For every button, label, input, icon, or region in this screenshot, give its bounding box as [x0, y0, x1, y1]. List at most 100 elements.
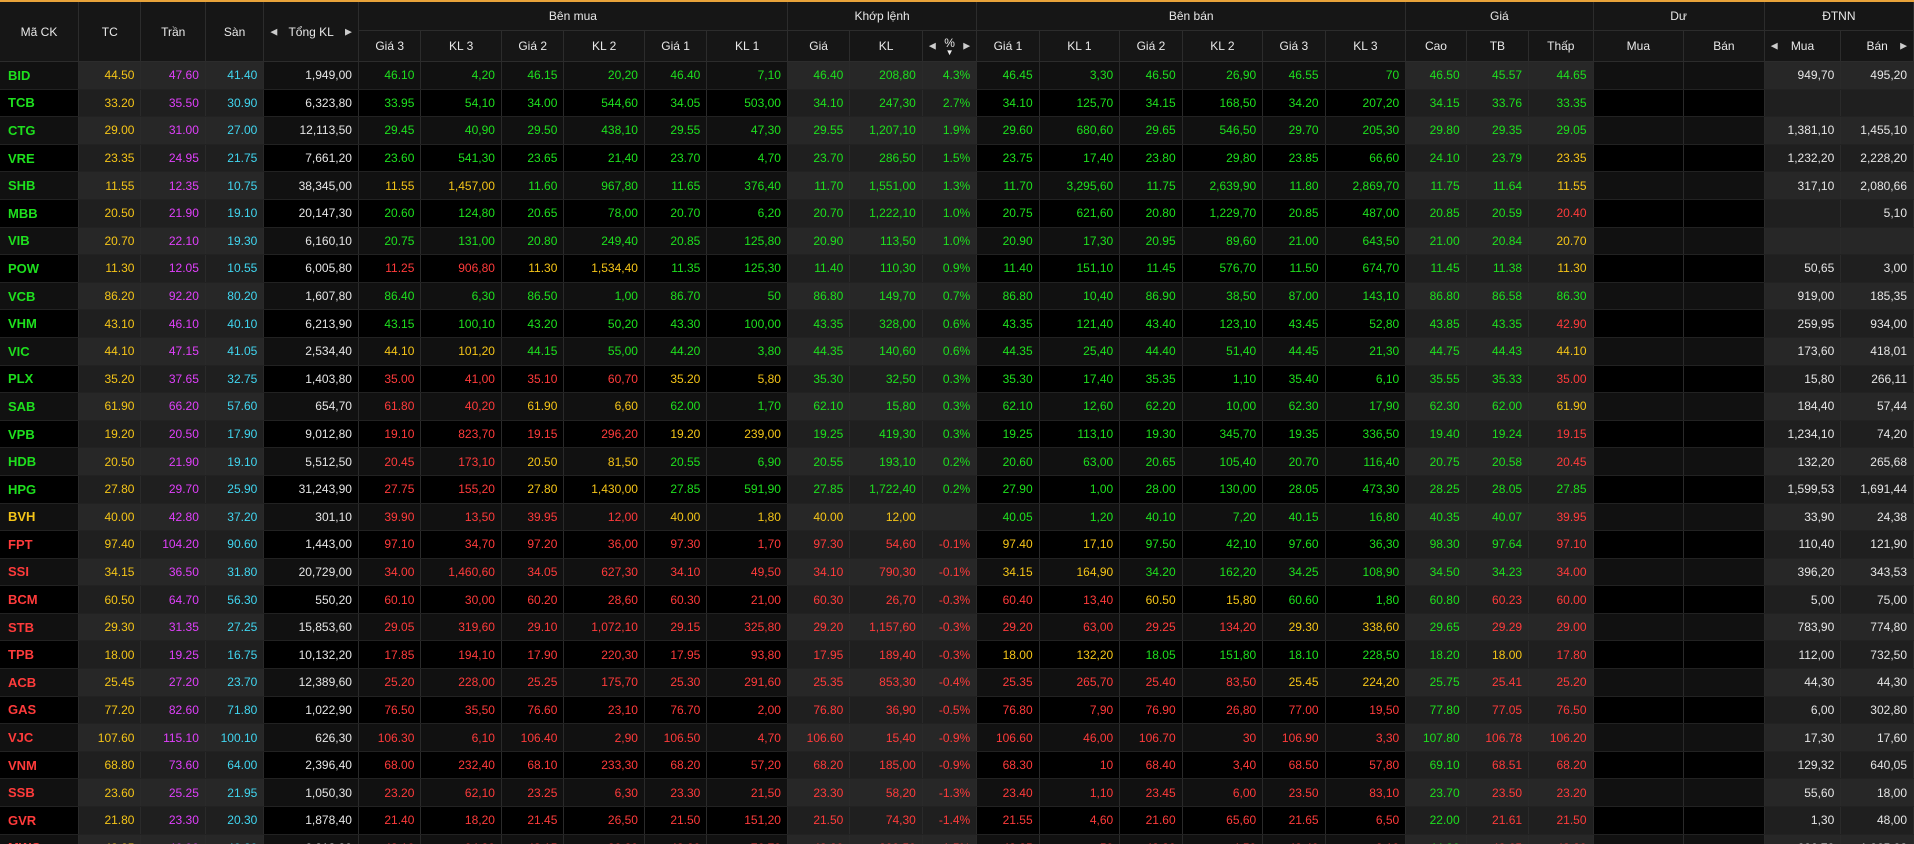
buy-price-3-cell[interactable]: 11.25 — [358, 254, 422, 283]
sell-price-2-cell[interactable]: 97.50 — [1119, 530, 1183, 559]
buy-volume-2-cell[interactable]: 438,10 — [563, 116, 645, 145]
sell-price-1-cell[interactable]: 20.60 — [976, 447, 1040, 476]
buy-price-1-header[interactable]: Giá 1 — [644, 30, 708, 62]
sell-volume-2-cell[interactable]: 65,60 — [1182, 806, 1264, 835]
sell-volume-2-cell[interactable]: 30 — [1182, 723, 1264, 752]
sell-volume-1-cell[interactable]: 121,40 — [1039, 309, 1121, 338]
buy-price-1-cell[interactable]: 27.85 — [644, 475, 708, 504]
sell-price-1-cell[interactable]: 23.40 — [976, 778, 1040, 808]
sell-price-2-cell[interactable]: 18.05 — [1119, 640, 1183, 670]
sell-volume-2-cell[interactable]: 345,70 — [1182, 420, 1264, 449]
sell-volume-2-cell[interactable]: 38,50 — [1182, 282, 1264, 311]
buy-price-1-cell[interactable]: 21.50 — [644, 806, 708, 835]
buy-volume-3-cell[interactable]: 4,20 — [420, 61, 502, 90]
symbol-cell[interactable]: POW — [0, 254, 80, 283]
buy-volume-1-cell[interactable]: 125,80 — [706, 227, 788, 256]
buy-price-2-cell[interactable]: 20.50 — [501, 447, 565, 476]
sell-price-3-cell[interactable]: 62.30 — [1262, 392, 1326, 421]
buy-price-3-cell[interactable]: 76.50 — [358, 696, 422, 725]
buy-volume-2-cell[interactable]: 23,10 — [563, 696, 645, 725]
sell-volume-3-cell[interactable]: 674,70 — [1325, 254, 1407, 283]
foreign-buy-header[interactable]: ◀ Mua — [1764, 30, 1842, 62]
sell-price-1-cell[interactable]: 27.90 — [976, 475, 1040, 504]
buy-price-2-cell[interactable]: 17.90 — [501, 640, 565, 670]
buy-volume-2-cell[interactable]: 60,70 — [563, 365, 645, 394]
symbol-cell[interactable]: MWG — [0, 834, 80, 844]
buy-volume-2-cell[interactable]: 50,20 — [563, 309, 645, 338]
sell-volume-3-cell[interactable]: 36,30 — [1325, 530, 1407, 559]
buy-volume-3-cell[interactable]: 194,10 — [420, 640, 502, 670]
sell-price-2-cell[interactable]: 44.40 — [1119, 337, 1183, 366]
buy-price-3-cell[interactable]: 29.05 — [358, 613, 422, 642]
sell-price-3-cell[interactable]: 11.80 — [1262, 171, 1326, 200]
buy-price-3-cell[interactable]: 20.75 — [358, 227, 422, 256]
col-floor-header[interactable]: Sàn — [205, 2, 265, 62]
sell-price-3-cell[interactable]: 77.00 — [1262, 696, 1326, 725]
sell-volume-3-cell[interactable]: 143,10 — [1325, 282, 1407, 311]
sell-volume-3-cell[interactable]: 487,00 — [1325, 199, 1407, 228]
sell-volume-2-cell[interactable]: 26,80 — [1182, 696, 1264, 725]
buy-volume-2-cell[interactable]: 249,40 — [563, 227, 645, 256]
buy-volume-3-cell[interactable]: 54,10 — [420, 89, 502, 118]
buy-volume-1-cell[interactable]: 1,80 — [706, 503, 788, 532]
sell-price-2-cell[interactable]: 106.70 — [1119, 723, 1183, 752]
buy-volume-1-cell[interactable]: 21,00 — [706, 585, 788, 614]
sell-volume-3-cell[interactable]: 473,30 — [1325, 475, 1407, 504]
buy-price-2-cell[interactable]: 29.50 — [501, 116, 565, 145]
sell-volume-2-cell[interactable]: 26,90 — [1182, 61, 1264, 90]
sell-price-1-cell[interactable]: 23.75 — [976, 144, 1040, 173]
low-price-header[interactable]: Thấp — [1528, 30, 1594, 62]
buy-volume-2-cell[interactable]: 28,60 — [563, 585, 645, 614]
symbol-cell[interactable]: BCM — [0, 585, 80, 614]
buy-price-2-cell[interactable]: 11.30 — [501, 254, 565, 283]
buy-price-1-cell[interactable]: 44.20 — [644, 337, 708, 366]
buy-price-1-cell[interactable]: 34.05 — [644, 89, 708, 118]
buy-price-1-cell[interactable]: 60.30 — [644, 585, 708, 614]
caret-left-icon[interactable]: ◀ — [929, 41, 936, 52]
buy-volume-3-cell[interactable]: 13,50 — [420, 503, 502, 532]
stock-row-acb[interactable]: ACB 25.45 27.20 23.70 12,389,60 25.20 228,00 25… — [0, 668, 1914, 697]
buy-price-3-cell[interactable]: 29.45 — [358, 116, 422, 145]
buy-volume-1-cell[interactable]: 47,30 — [706, 116, 788, 145]
buy-volume-1-cell[interactable]: 5,80 — [706, 365, 788, 394]
sell-volume-3-cell[interactable]: 6,10 — [1325, 365, 1407, 394]
buy-price-2-cell[interactable]: 20.65 — [501, 199, 565, 228]
buy-volume-2-cell[interactable]: 544,60 — [563, 89, 645, 118]
buy-price-1-cell[interactable]: 20.85 — [644, 227, 708, 256]
sell-volume-3-cell[interactable]: 643,50 — [1325, 227, 1407, 256]
sell-volume-3-cell[interactable]: 21,30 — [1325, 337, 1407, 366]
buy-price-2-cell[interactable]: 76.60 — [501, 696, 565, 725]
buy-price-1-cell[interactable]: 46.40 — [644, 61, 708, 90]
sell-vol-2-header[interactable]: KL 2 — [1182, 30, 1264, 62]
buy-price-3-cell[interactable]: 21.40 — [358, 806, 422, 835]
symbol-cell[interactable]: STB — [0, 613, 80, 642]
stock-row-vic[interactable]: VIC 44.10 47.15 41.05 2,534,40 44.10 101,20 44.… — [0, 337, 1914, 366]
buy-price-1-cell[interactable]: 106.50 — [644, 723, 708, 752]
symbol-cell[interactable]: VPB — [0, 420, 80, 449]
stock-row-gas[interactable]: GAS 77.20 82.60 71.80 1,022,90 76.50 35,50 76.6… — [0, 696, 1914, 725]
sell-price-1-header[interactable]: Giá 1 — [976, 30, 1040, 62]
sell-price-1-cell[interactable]: 97.40 — [976, 530, 1040, 559]
symbol-cell[interactable]: ACB — [0, 668, 80, 697]
sell-volume-1-cell[interactable]: 10 — [1039, 751, 1121, 780]
sell-volume-1-cell[interactable]: 1,00 — [1039, 475, 1121, 504]
buy-price-1-cell[interactable]: 76.70 — [644, 696, 708, 725]
sell-price-2-cell[interactable]: 86.90 — [1119, 282, 1183, 311]
buy-volume-2-cell[interactable]: 233,30 — [563, 751, 645, 780]
sell-price-2-cell[interactable]: 29.25 — [1119, 613, 1183, 642]
sell-volume-1-cell[interactable]: 680,60 — [1039, 116, 1121, 145]
stock-row-vre[interactable]: VRE 23.35 24.95 21.75 7,661,20 23.60 541,30 23.… — [0, 144, 1914, 173]
sell-volume-3-cell[interactable]: 83,10 — [1325, 778, 1407, 808]
buy-price-3-cell[interactable]: 39.90 — [358, 503, 422, 532]
buy-volume-2-cell[interactable]: 81,50 — [563, 447, 645, 476]
buy-volume-2-cell[interactable]: 296,20 — [563, 420, 645, 449]
buy-price-2-cell[interactable]: 11.60 — [501, 171, 565, 200]
sell-price-1-cell[interactable]: 11.70 — [976, 171, 1040, 200]
sell-volume-3-cell[interactable]: 70 — [1325, 61, 1407, 90]
stock-row-stb[interactable]: STB 29.30 31.35 27.25 15,853,60 29.05 319,60 29… — [0, 613, 1914, 642]
sell-price-2-cell[interactable]: 35.35 — [1119, 365, 1183, 394]
sell-price-3-cell[interactable]: 43.40 — [1262, 834, 1326, 844]
symbol-cell[interactable]: VNM — [0, 751, 80, 780]
buy-price-2-cell[interactable]: 43.15 — [501, 834, 565, 844]
sell-price-2-cell[interactable]: 20.65 — [1119, 447, 1183, 476]
